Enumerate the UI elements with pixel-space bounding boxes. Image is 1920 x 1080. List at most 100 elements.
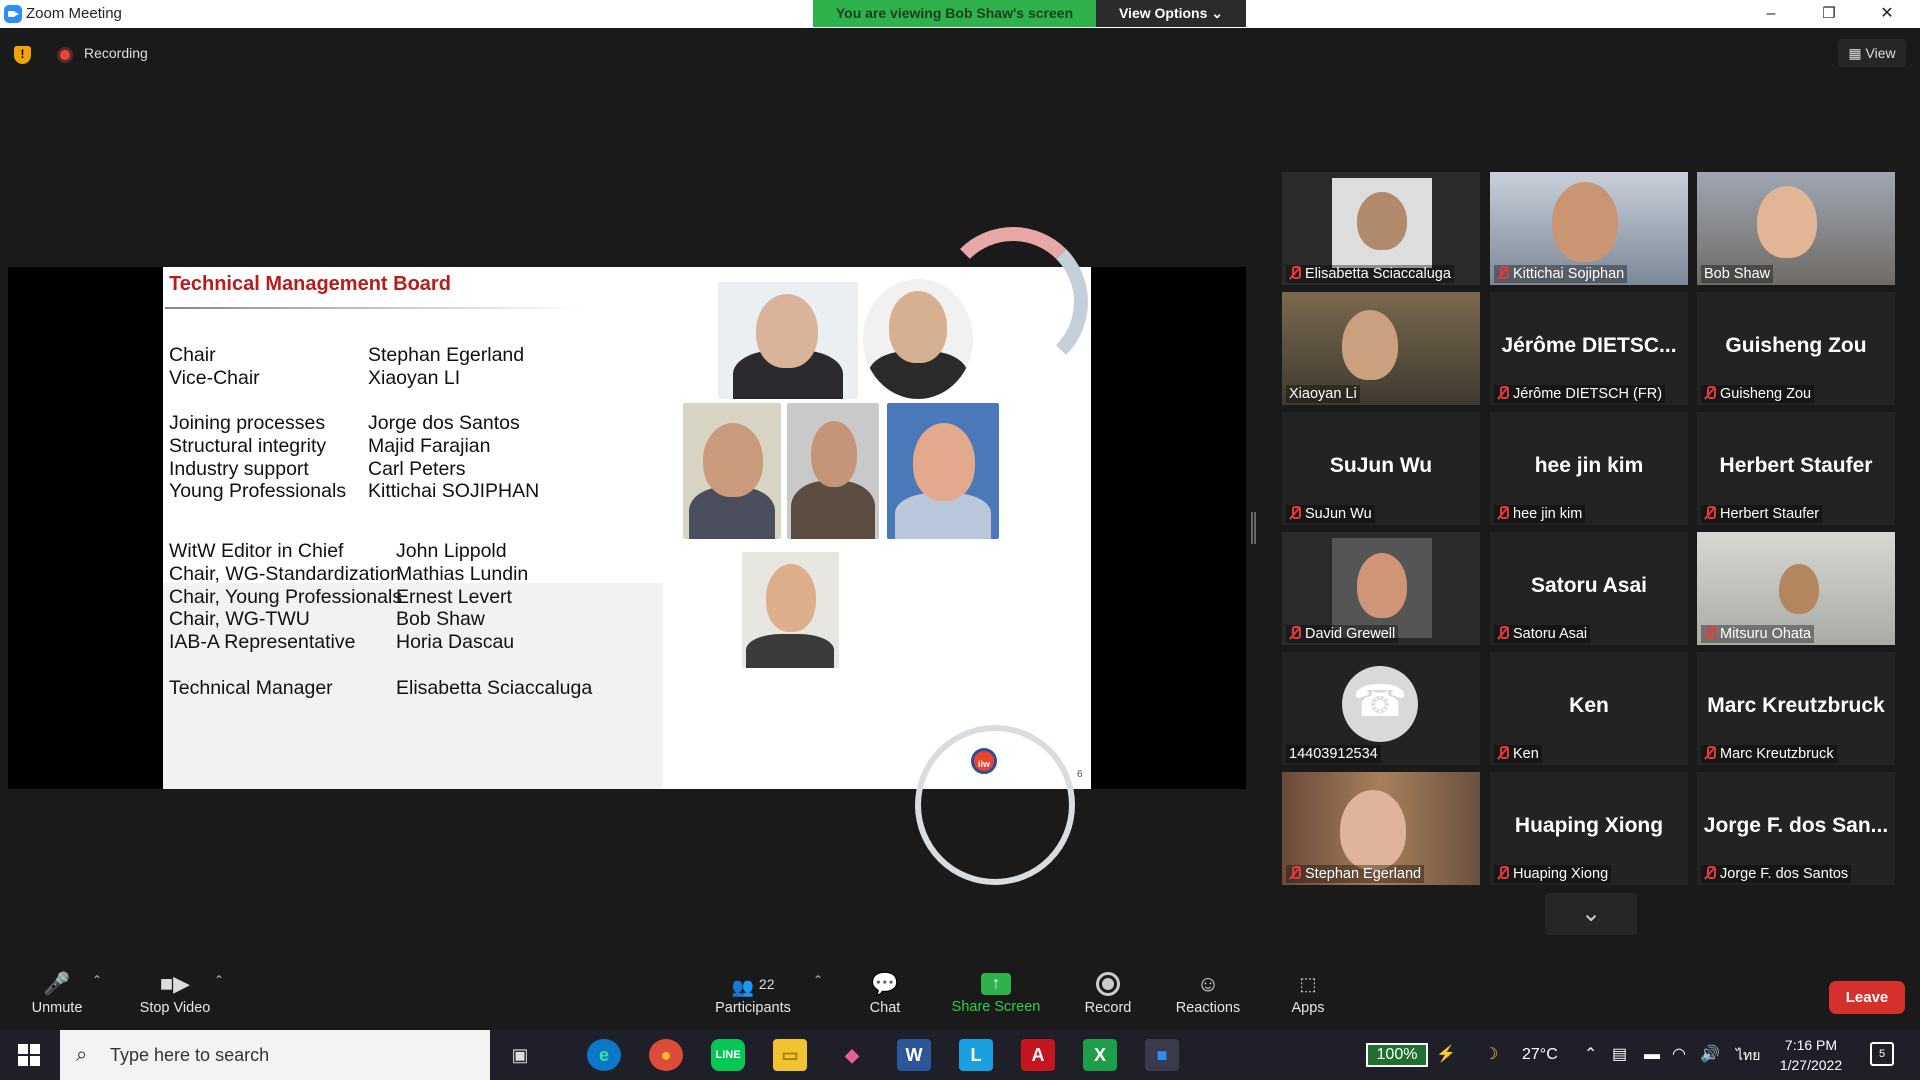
recording-label: Recording bbox=[84, 45, 148, 61]
line-app-icon[interactable]: LINE bbox=[711, 1039, 745, 1071]
zoom-app-icon bbox=[4, 5, 22, 23]
microphone-muted-icon bbox=[1497, 506, 1509, 519]
participant-display-name: Guisheng Zou bbox=[1725, 334, 1867, 357]
paint-app-icon[interactable]: ◆ bbox=[835, 1039, 869, 1071]
participant-display-name: Ken bbox=[1569, 694, 1609, 717]
participant-tile[interactable]: Kittichai Sojiphan bbox=[1490, 172, 1688, 285]
role-title: Industry support bbox=[169, 458, 309, 480]
battery-indicator[interactable]: 100% bbox=[1366, 1043, 1428, 1067]
participant-tile[interactable]: Satoru Asai Satoru Asai bbox=[1490, 532, 1688, 645]
apps-icon: ⬚ bbox=[1299, 974, 1317, 994]
weather-moon-icon[interactable]: ☽ bbox=[1484, 1030, 1498, 1080]
temperature-label[interactable]: 27°C bbox=[1522, 1030, 1558, 1080]
participant-name: Xiaoyan Li bbox=[1289, 386, 1357, 402]
participant-tile[interactable]: Huaping Xiong Huaping Xiong bbox=[1490, 772, 1688, 885]
participant-tile[interactable]: SuJun Wu SuJun Wu bbox=[1282, 412, 1480, 525]
title-underline bbox=[165, 307, 585, 309]
excel-app-icon[interactable]: X bbox=[1083, 1039, 1117, 1071]
participant-name-label: Satoru Asai bbox=[1494, 625, 1591, 643]
unmute-button[interactable]: 🎤 Unmute bbox=[18, 960, 96, 1030]
split-divider-handle[interactable] bbox=[1251, 512, 1256, 544]
wifi-icon[interactable]: ◠ bbox=[1672, 1030, 1686, 1080]
security-shield-icon[interactable]: ! bbox=[14, 46, 31, 64]
share-screen-button[interactable]: ↑ Share Screen bbox=[948, 960, 1044, 1030]
volume-icon[interactable]: 🔊 bbox=[1700, 1030, 1720, 1080]
plug-icon: ⚡ bbox=[1436, 1046, 1456, 1063]
slide-title: Technical Management Board bbox=[169, 273, 451, 295]
acrobat-app-icon[interactable]: A bbox=[1021, 1039, 1055, 1071]
share-arrow-icon: ↑ bbox=[981, 973, 1011, 995]
participant-tile[interactable]: Stephan Egerland bbox=[1282, 772, 1480, 885]
participant-name: Mitsuru Ohata bbox=[1720, 626, 1812, 642]
microphone-muted-icon bbox=[1497, 866, 1509, 879]
participant-tile[interactable]: hee jin kim hee jin kim bbox=[1490, 412, 1688, 525]
tray-chevron-up-icon[interactable]: ⌃ bbox=[1584, 1030, 1597, 1080]
role-title: IAB-A Representative bbox=[169, 631, 356, 653]
participant-tile[interactable]: Jorge F. dos San... Jorge F. dos Santos bbox=[1697, 772, 1895, 885]
reactions-button[interactable]: ☺ Reactions bbox=[1170, 960, 1246, 1030]
participant-tile[interactable]: 14403912534 bbox=[1282, 652, 1480, 765]
participant-name: David Grewell bbox=[1305, 626, 1396, 642]
participant-tile[interactable]: Xiaoyan Li bbox=[1282, 292, 1480, 405]
edge-browser-icon[interactable]: e bbox=[587, 1039, 621, 1071]
close-button[interactable]: ✕ bbox=[1864, 0, 1910, 28]
participant-tile[interactable]: Ken Ken bbox=[1490, 652, 1688, 765]
leave-button[interactable]: Leave bbox=[1829, 981, 1905, 1014]
taskbar-search-box[interactable]: ⌕ Type here to search bbox=[60, 1030, 490, 1080]
l-app-icon[interactable]: L bbox=[959, 1039, 993, 1071]
role-title: WitW Editor in Chief bbox=[169, 540, 344, 562]
zoom-taskbar-icon[interactable]: ■ bbox=[1145, 1039, 1179, 1071]
participants-button[interactable]: 👥 22 Participants bbox=[708, 960, 798, 1030]
microphone-muted-icon bbox=[1289, 266, 1301, 279]
word-app-icon[interactable]: W bbox=[897, 1039, 931, 1071]
battery-tray-icon[interactable]: ▬ bbox=[1644, 1030, 1660, 1080]
participant-name-label: Elisabetta Sciaccaluga bbox=[1286, 265, 1454, 283]
participant-tile[interactable]: Marc Kreutzbruck Marc Kreutzbruck bbox=[1697, 652, 1895, 765]
record-button[interactable]: Record bbox=[1080, 960, 1136, 1030]
participant-tile[interactable]: Herbert Staufer Herbert Staufer bbox=[1697, 412, 1895, 525]
gallery-next-page-button[interactable]: ⌄ bbox=[1545, 893, 1637, 935]
participant-name: Bob Shaw bbox=[1704, 266, 1771, 282]
participant-tile[interactable]: Bob Shaw bbox=[1697, 172, 1895, 285]
photo-kittichai-sojiphan bbox=[742, 552, 839, 668]
chevron-down-icon: ⌄ bbox=[1580, 900, 1602, 927]
maximize-button[interactable]: ❐ bbox=[1806, 0, 1852, 28]
role-holder-name: John Lippold bbox=[396, 540, 507, 562]
participant-tile[interactable]: David Grewell bbox=[1282, 532, 1480, 645]
photo-majid-farajian bbox=[787, 403, 879, 539]
chrome-browser-icon[interactable]: ● bbox=[649, 1039, 683, 1071]
view-layout-button[interactable]: ▦ View bbox=[1838, 39, 1906, 67]
view-options-button[interactable]: View Options ⌄ bbox=[1096, 0, 1246, 27]
chat-bubble-icon: 💬 bbox=[871, 971, 899, 996]
participant-tile[interactable]: Jérôme DIETSC... Jérôme DIETSCH (FR) bbox=[1490, 292, 1688, 405]
participants-icon: 👥 22 bbox=[731, 976, 775, 997]
windows-start-icon[interactable] bbox=[18, 1044, 40, 1066]
taskbar-clock[interactable]: 7:16 PM 1/27/2022 bbox=[1766, 1035, 1856, 1075]
stop-video-button[interactable]: ■▶ Stop Video bbox=[130, 960, 220, 1030]
task-view-icon[interactable]: ▣ bbox=[503, 1039, 537, 1071]
slide-page-number: 6 bbox=[1077, 769, 1083, 780]
participants-options-caret[interactable]: ⌃ bbox=[813, 973, 823, 987]
minimize-button[interactable]: – bbox=[1748, 0, 1794, 28]
chat-button[interactable]: 💬 Chat bbox=[860, 960, 910, 1030]
shared-slide: Technical Management Board Chair Stephan … bbox=[163, 227, 1091, 885]
video-options-caret[interactable]: ⌃ bbox=[214, 973, 224, 987]
role-holder-name: Majid Farajian bbox=[368, 435, 491, 457]
apps-button[interactable]: ⬚ Apps bbox=[1286, 960, 1330, 1030]
participant-name: Satoru Asai bbox=[1513, 626, 1588, 642]
participant-name: 14403912534 bbox=[1289, 746, 1378, 762]
participant-tile[interactable]: Guisheng Zou Guisheng Zou bbox=[1697, 292, 1895, 405]
microphone-muted-icon bbox=[1289, 626, 1301, 639]
network-icon[interactable]: ▤ bbox=[1612, 1030, 1627, 1080]
file-explorer-icon[interactable]: ▭ bbox=[773, 1039, 807, 1071]
role-holder-name: Ernest Levert bbox=[396, 586, 512, 608]
participant-display-name: Jorge F. dos San... bbox=[1703, 814, 1889, 837]
clock-date: 1/27/2022 bbox=[1779, 1057, 1843, 1073]
participant-tile[interactable]: Mitsuru Ohata bbox=[1697, 532, 1895, 645]
role-holder-name: Bob Shaw bbox=[396, 608, 485, 630]
microphone-muted-icon bbox=[1497, 626, 1509, 639]
participant-tile[interactable]: Elisabetta Sciaccaluga bbox=[1282, 172, 1480, 285]
input-language[interactable]: ไทย bbox=[1736, 1030, 1760, 1080]
audio-options-caret[interactable]: ⌃ bbox=[92, 973, 102, 987]
notification-center-icon[interactable]: 5 bbox=[1870, 1042, 1894, 1066]
